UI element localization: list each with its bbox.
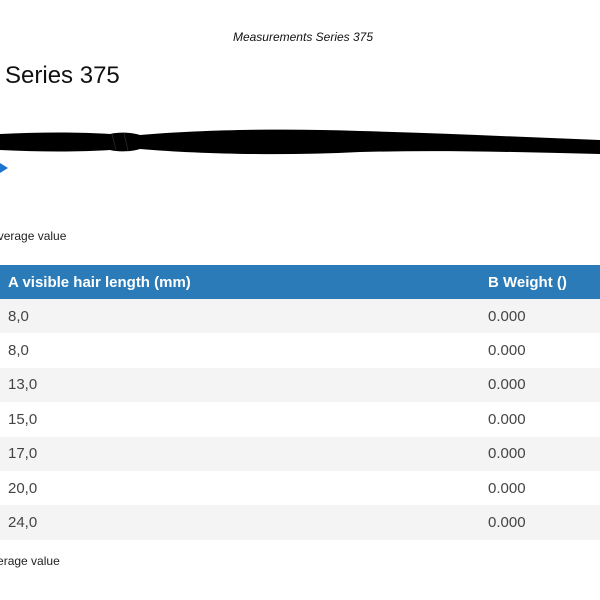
table-row: 17,0 0.000	[0, 436, 600, 471]
hair-length-cell: 17,0	[8, 445, 38, 463]
page-caption: Measurements Series 375	[232, 30, 374, 44]
column-header-hair-length[interactable]: A visible hair length (mm)	[0, 265, 488, 299]
weight-cell: 0.000	[488, 342, 526, 360]
brush-image	[0, 129, 600, 173]
weight-cell: 0.000	[488, 307, 526, 325]
table-row: 20,0 0.000	[0, 470, 600, 506]
page-title: ments Series 375	[0, 62, 120, 89]
table-row: 15,0 0.000	[0, 402, 600, 437]
table-header-row: A visible hair length (mm) B Weight ()	[0, 265, 600, 299]
weight-cell: 0.000	[488, 514, 526, 532]
table-row: 8,0 0.000	[0, 299, 600, 334]
table-row: 8,0 0.000	[0, 333, 600, 368]
table-row: 13,0 0.000	[0, 367, 600, 403]
hair-length-cell: 20,0	[8, 479, 38, 497]
weight-cell: 0.000	[488, 445, 526, 463]
note-text: are of average value	[0, 229, 67, 243]
table-row: 24,0 0.000	[0, 505, 600, 540]
note-text: e of average value	[0, 554, 60, 568]
arrow-right-icon	[0, 163, 8, 173]
weight-cell: 0.000	[488, 410, 526, 428]
hair-length-cell: 8,0	[8, 307, 29, 325]
measurements-table: A visible hair length (mm) B Weight () 8…	[0, 265, 600, 540]
column-header-weight[interactable]: B Weight ()	[488, 265, 600, 299]
hair-length-cell: 8,0	[8, 342, 29, 360]
page: Measurements Series 375 ments Series 375…	[0, 0, 600, 600]
hair-length-cell: 24,0	[8, 514, 38, 532]
hair-length-cell: 15,0	[8, 410, 38, 428]
weight-cell: 0.000	[488, 479, 526, 497]
hair-length-cell: 13,0	[8, 376, 38, 394]
weight-cell: 0.000	[488, 376, 526, 394]
